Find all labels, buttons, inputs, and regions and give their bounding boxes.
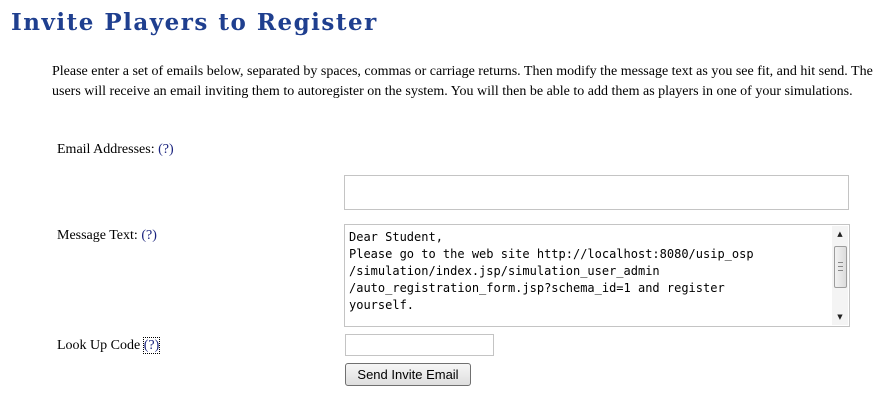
look-up-code-help-link[interactable]: (?): [142, 337, 161, 354]
message-scrollbar[interactable]: ▲ ▼: [832, 226, 848, 325]
message-text-content[interactable]: Dear Student, Please go to the web site …: [349, 229, 829, 314]
send-invite-email-button[interactable]: Send Invite Email: [345, 363, 471, 386]
grip-icon: [838, 262, 843, 271]
message-textarea[interactable]: Dear Student, Please go to the web site …: [344, 224, 850, 327]
scroll-down-arrow-icon[interactable]: ▼: [832, 309, 848, 325]
look-up-code-label: Look Up Code: [57, 338, 141, 353]
email-help-link[interactable]: (?): [158, 142, 174, 157]
email-addresses-label-row: Email Addresses: (?): [57, 141, 174, 159]
page-title: Invite Players to Register: [11, 9, 378, 36]
intro-text: Please enter a set of emails below, sepa…: [52, 64, 873, 99]
scroll-up-arrow-icon[interactable]: ▲: [832, 226, 848, 242]
scroll-thumb[interactable]: [834, 246, 847, 288]
message-help-link[interactable]: (?): [141, 228, 157, 243]
email-addresses-label: Email Addresses:: [57, 142, 155, 157]
look-up-code-label-row: Look Up Code (?): [57, 337, 161, 355]
message-text-label-row: Message Text: (?): [57, 227, 157, 245]
email-addresses-input[interactable]: [344, 175, 849, 210]
look-up-code-input[interactable]: [345, 334, 494, 356]
message-text-label: Message Text:: [57, 228, 138, 243]
